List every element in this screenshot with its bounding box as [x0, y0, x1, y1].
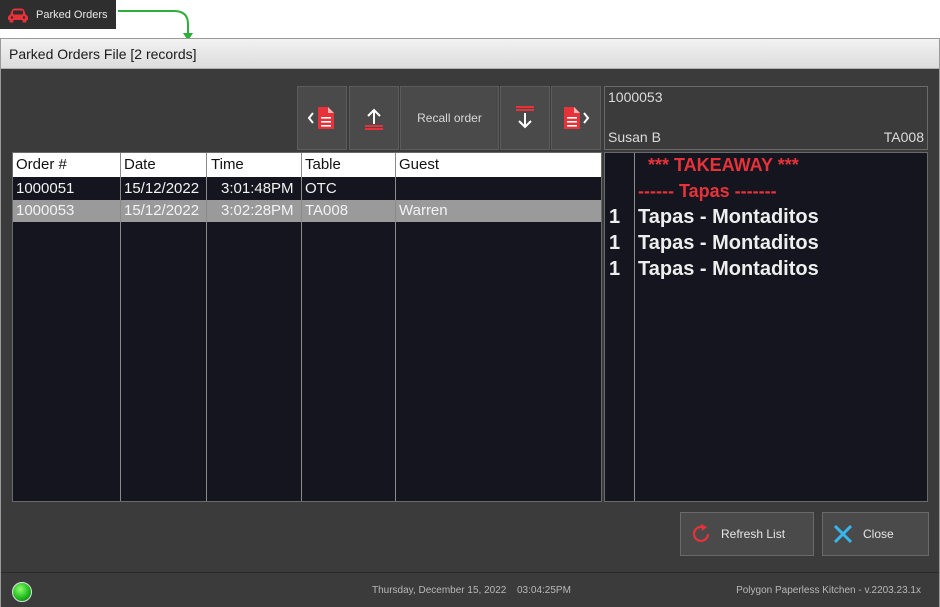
- column-divider: [301, 153, 302, 501]
- item-name: Tapas - Montaditos: [638, 258, 819, 280]
- next-document-icon: [564, 107, 590, 129]
- column-divider: [120, 153, 121, 501]
- cell-order: 1000051: [16, 180, 75, 197]
- table-row-selected[interactable]: 1000053 15/12/2022 3:02:28PM TA008 Warre…: [13, 200, 601, 222]
- screen: Parked Orders Parked Orders File [2 reco…: [0, 0, 940, 607]
- cell-order: 1000053: [16, 202, 75, 219]
- status-time: 03:04:25PM: [517, 585, 571, 596]
- move-to-top-button[interactable]: [349, 86, 399, 150]
- kitchen-docket: *** TAKEAWAY *** ------ Tapas ------- 1 …: [604, 152, 928, 502]
- item-quantity: 1: [609, 206, 621, 228]
- cell-time: 3:01:48PM: [221, 180, 294, 197]
- cell-date: 15/12/2022: [124, 202, 200, 219]
- order-table: TA008: [883, 129, 924, 145]
- previous-order-button[interactable]: [297, 86, 347, 150]
- table-row[interactable]: 1000051 15/12/2022 3:01:48PM OTC: [13, 178, 601, 200]
- window-title-bar: Parked Orders File [2 records]: [1, 39, 939, 69]
- cell-time: 3:02:28PM: [221, 202, 294, 219]
- column-header-table[interactable]: Table: [305, 156, 341, 173]
- column-divider: [395, 153, 396, 501]
- connection-status-icon: [12, 582, 32, 602]
- previous-document-icon: [307, 107, 334, 129]
- refresh-icon: [692, 524, 710, 543]
- app-version: Polygon Paperless Kitchen - v.2203.23.1x: [736, 585, 921, 596]
- arrow-down-to-line-icon: [516, 106, 534, 129]
- recall-order-button[interactable]: Recall order: [400, 86, 499, 150]
- item-quantity: 1: [609, 258, 621, 280]
- docket-divider: [634, 153, 635, 501]
- refresh-list-label: Refresh List: [721, 527, 786, 541]
- column-header-order[interactable]: Order #: [16, 156, 67, 173]
- cell-table: TA008: [305, 202, 349, 219]
- next-order-button[interactable]: [551, 86, 601, 150]
- waiter-name: Susan B: [608, 129, 661, 145]
- arrow-up-to-line-icon: [365, 108, 383, 130]
- parked-orders-window: Parked Orders File [2 records] Recall or…: [0, 38, 940, 607]
- main-panel: Recall order 1000053 Susan B TA008 Order…: [1, 70, 939, 607]
- move-to-bottom-button[interactable]: [500, 86, 550, 150]
- order-number: 1000053: [608, 89, 663, 105]
- column-header-time[interactable]: Time: [211, 156, 244, 173]
- table-header: Order # Date Time Table Guest: [13, 153, 601, 177]
- item-name: Tapas - Montaditos: [638, 206, 819, 228]
- column-header-date[interactable]: Date: [124, 156, 156, 173]
- parked-orders-tab[interactable]: Parked Orders: [0, 0, 116, 29]
- tab-label: Parked Orders: [36, 8, 108, 21]
- column-divider: [206, 153, 207, 501]
- window-title: Parked Orders File [2 records]: [9, 45, 197, 62]
- column-header-guest[interactable]: Guest: [399, 156, 439, 173]
- order-header: 1000053 Susan B TA008: [604, 86, 928, 150]
- status-date: Thursday, December 15, 2022: [372, 585, 507, 596]
- orders-table[interactable]: Order # Date Time Table Guest 1000051 15…: [12, 152, 602, 502]
- refresh-list-button[interactable]: Refresh List: [680, 512, 814, 556]
- status-bar: Thursday, December 15, 2022 03:04:25PM P…: [1, 572, 939, 607]
- car-icon: [8, 8, 28, 22]
- close-label: Close: [863, 527, 894, 541]
- cell-table: OTC: [305, 180, 337, 197]
- close-button[interactable]: Close: [822, 512, 929, 556]
- cell-guest: Warren: [399, 202, 448, 219]
- cell-date: 15/12/2022: [124, 180, 200, 197]
- docket-heading: *** TAKEAWAY ***: [648, 155, 799, 175]
- close-icon: [833, 524, 853, 544]
- recall-order-label: Recall order: [417, 111, 482, 125]
- item-name: Tapas - Montaditos: [638, 232, 819, 254]
- item-quantity: 1: [609, 232, 621, 254]
- docket-section: ------ Tapas -------: [638, 181, 777, 201]
